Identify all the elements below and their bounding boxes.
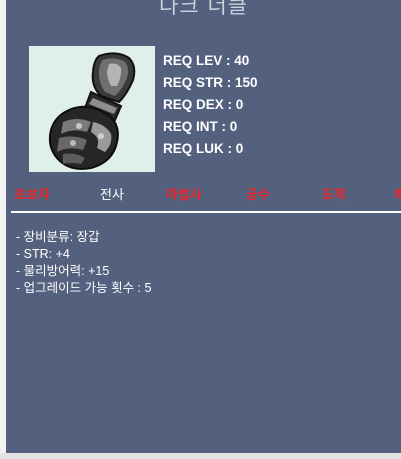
window-bottom-edge: [0, 453, 401, 459]
job-pirate: 해: [394, 188, 401, 203]
stat-str: - STR: +4: [16, 247, 70, 261]
stat-defense: - 물리방어력: +15: [16, 264, 110, 278]
item-stats-list: - 장비분류: 장갑 - STR: +4 - 물리방어력: +15 - 업그레이…: [16, 229, 151, 297]
dark-knuckle-glove-icon: [48, 52, 136, 170]
req-level: REQ LEV : 40: [163, 53, 250, 68]
job-warrior: 전사: [100, 188, 124, 203]
req-luk: REQ LUK : 0: [163, 141, 244, 156]
item-icon-frame: [29, 46, 155, 172]
stat-category: - 장비분류: 장갑: [16, 230, 100, 244]
requirements-list: REQ LEV : 40 REQ STR : 150 REQ DEX : 0 R…: [163, 50, 258, 160]
item-name: 다크 너클: [159, 0, 248, 18]
stat-upgrade-slots: - 업그레이드 가능 횟수 : 5: [16, 281, 152, 295]
job-restriction-row: 초보자 전사 마법사 궁수 도적 해: [6, 184, 401, 204]
job-magician: 마법사: [166, 188, 202, 203]
job-bowman: 궁수: [246, 188, 270, 203]
item-tooltip: 다크 너클 REQ LEV : 40 REQ STR : 150 REQ DEX…: [6, 0, 401, 453]
job-beginner: 초보자: [14, 188, 50, 203]
req-dex: REQ DEX : 0: [163, 97, 244, 112]
req-int: REQ INT : 0: [163, 119, 238, 134]
job-thief: 도적: [322, 188, 346, 203]
divider: [11, 211, 401, 213]
req-str: REQ STR : 150: [163, 75, 258, 90]
